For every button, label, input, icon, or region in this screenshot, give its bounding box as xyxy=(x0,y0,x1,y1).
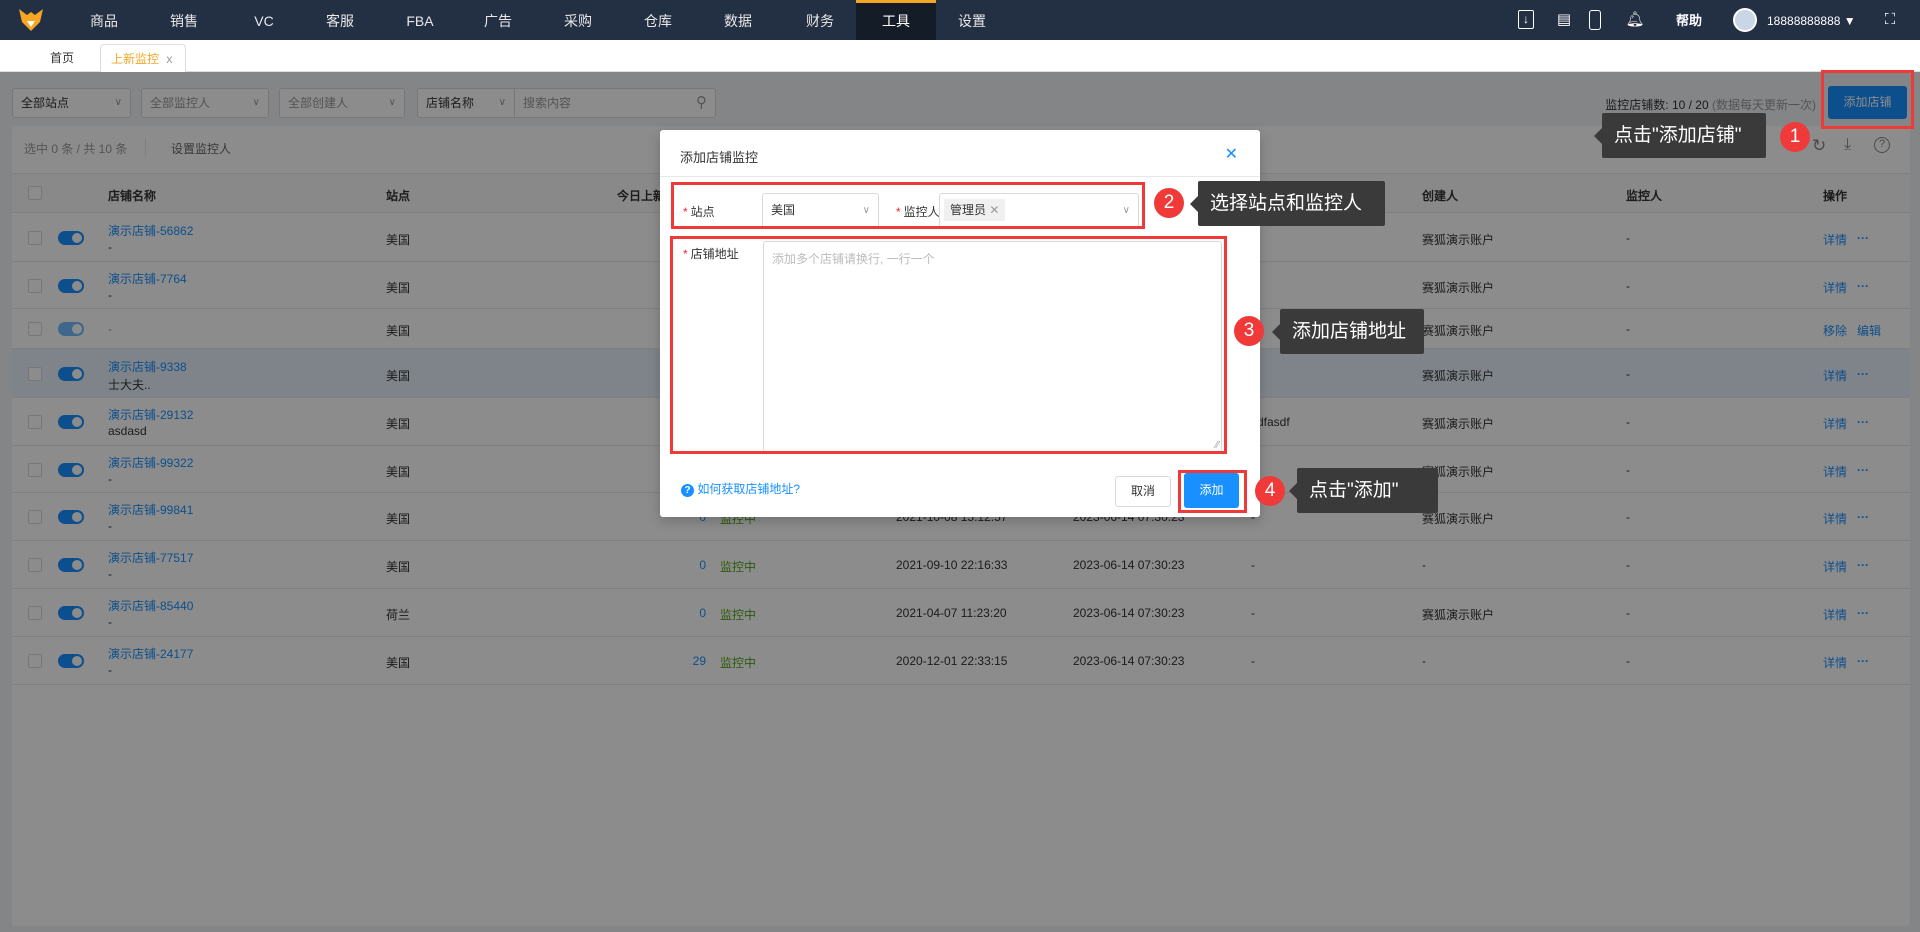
divider xyxy=(660,176,1260,177)
annotation-box-4 xyxy=(1178,470,1247,513)
annotation-tip-4: 点击"添加" xyxy=(1289,468,1438,513)
cancel-button[interactable]: 取消 xyxy=(1115,476,1171,507)
annotation-box-1 xyxy=(1821,70,1914,129)
fullscreen-icon[interactable]: ⛶ xyxy=(1880,10,1900,30)
question-icon: ? xyxy=(681,484,694,497)
nav-item[interactable]: 销售 xyxy=(144,0,224,40)
avatar[interactable] xyxy=(1733,8,1757,32)
logo-icon[interactable] xyxy=(18,8,44,32)
nav-item[interactable]: 仓库 xyxy=(618,0,698,40)
top-nav: 商品 销售 VC 客服 FBA 广告 采购 仓库 数据 财务 工具 设置 ↓ ▤ 🔔︎ 帮助 1888… xyxy=(0,0,1920,40)
nav-item[interactable]: 数据 xyxy=(698,0,778,40)
user-menu[interactable]: 18888888888 ▼ xyxy=(1767,0,1856,42)
nav-item[interactable]: FBA xyxy=(380,0,460,40)
nav-item[interactable]: VC xyxy=(224,0,304,40)
close-icon[interactable]: ✕ xyxy=(1225,144,1238,164)
annotation-tip-3: 添加店铺地址 xyxy=(1272,309,1424,354)
tab-label: 上新监控 xyxy=(111,52,160,66)
tab-home[interactable]: 首页 xyxy=(50,44,74,72)
help-link-text: 如何获取店铺地址? xyxy=(697,482,801,496)
annotation-step-4: 4 xyxy=(1255,476,1285,506)
nav-item[interactable]: 工具 xyxy=(856,0,936,40)
page-tabs: 首页 上新监控 x xyxy=(0,40,1920,72)
annotation-box-3 xyxy=(670,236,1227,454)
annotation-step-3: 3 xyxy=(1234,316,1264,346)
mobile-icon[interactable] xyxy=(1589,10,1601,30)
annotation-tip-1: 点击"添加店铺" xyxy=(1594,113,1766,158)
close-tab-icon[interactable]: x xyxy=(166,52,172,66)
nav-item[interactable]: 采购 xyxy=(538,0,618,40)
nav-item[interactable]: 广告 xyxy=(458,0,538,40)
nav-item[interactable]: 财务 xyxy=(780,0,860,40)
help-link[interactable]: 帮助 xyxy=(1676,0,1702,42)
annotation-step-2: 2 xyxy=(1154,188,1184,218)
bell-icon[interactable]: 🔔︎ xyxy=(1625,10,1645,30)
nav-item[interactable]: 商品 xyxy=(64,0,144,40)
annotation-step-1: 1 xyxy=(1780,122,1810,152)
username: 18888888888 xyxy=(1767,14,1841,28)
nav-item[interactable]: 设置 xyxy=(932,0,1012,40)
dialog-title: 添加店铺监控 xyxy=(680,150,759,165)
nav-item[interactable]: 客服 xyxy=(300,0,380,40)
task-list-icon[interactable]: ▤ xyxy=(1554,10,1574,30)
help-link[interactable]: ? 如何获取店铺地址? xyxy=(681,480,800,497)
tab-new-monitor[interactable]: 上新监控 x xyxy=(100,44,186,72)
caret-down-icon: ▼ xyxy=(1843,14,1856,28)
annotation-box-2 xyxy=(671,182,1145,229)
download-center-icon[interactable]: ↓ xyxy=(1518,10,1534,29)
annotation-tip-2: 选择站点和监控人 xyxy=(1190,181,1385,226)
